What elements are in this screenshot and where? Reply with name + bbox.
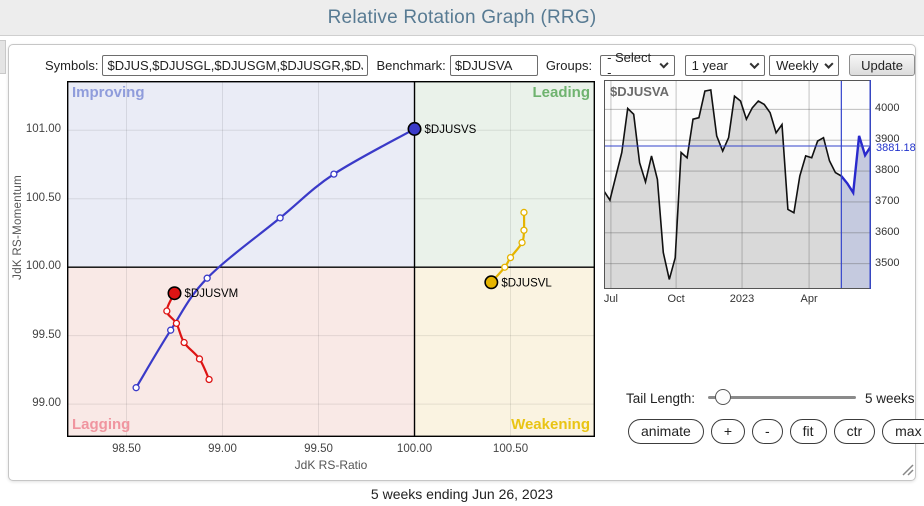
chevron-down-icon — [750, 59, 760, 69]
quadrant-label-improving: Improving — [72, 84, 145, 101]
price-y-tick: 3600 — [875, 226, 899, 238]
quadrant-improving — [67, 81, 415, 267]
rrg-chart-svg: $DJUSVS $DJUSVM $DJUSVL — [67, 81, 595, 437]
quadrant-label-leading: Leading — [532, 84, 590, 101]
fit-button[interactable]: fit — [790, 419, 827, 444]
symbols-label: Symbols: — [45, 58, 98, 73]
rrg-y-tick: 99.50 — [15, 329, 61, 341]
series-head-$DJUSVM[interactable] — [168, 287, 180, 299]
chart-buttons: animate + - fit ctr max — [628, 419, 924, 444]
price-x-tick: Oct — [668, 293, 685, 305]
rrg-x-tick: 100.00 — [397, 443, 432, 455]
period-select[interactable]: 1 year — [685, 55, 765, 76]
series-label-$DJUSVL: $DJUSVL — [501, 277, 552, 289]
price-y-tick: 3900 — [875, 133, 899, 145]
frequency-select[interactable]: Weekly — [769, 55, 839, 76]
side-tab-notch[interactable] — [0, 40, 6, 74]
rrg-y-tick: 100.00 — [15, 260, 61, 272]
period-select-value: 1 year — [692, 58, 728, 73]
chevron-down-icon — [825, 59, 834, 68]
price-chart[interactable] — [604, 80, 871, 289]
rrg-chart[interactable]: $DJUSVS $DJUSVM $DJUSVL Improving Leading La… — [67, 81, 595, 437]
tail-length-value: 5 weeks — [865, 391, 915, 406]
resize-handle-icon[interactable] — [899, 461, 915, 477]
rrg-y-tick: 100.50 — [15, 192, 61, 204]
rrg-x-tick: 99.50 — [304, 443, 333, 455]
frequency-select-value: Weekly — [776, 58, 818, 73]
zoom-in-button[interactable]: + — [711, 419, 745, 444]
series-label-$DJUSVM: $DJUSVM — [185, 288, 239, 300]
series-label-$DJUSVS: $DJUSVS — [425, 124, 477, 136]
quadrant-weakening — [415, 267, 595, 437]
rrg-x-axis-label: JdK RS-Ratio — [295, 458, 368, 472]
quadrant-label-weakening: Weakening — [511, 416, 590, 433]
price-x-tick: 2023 — [730, 293, 754, 305]
price-x-tick: Jul — [604, 293, 618, 305]
series-head-$DJUSVL[interactable] — [485, 276, 497, 288]
price-chart-svg — [604, 80, 871, 289]
benchmark-input[interactable] — [450, 55, 538, 76]
symbols-input[interactable] — [102, 55, 368, 76]
animate-button[interactable]: animate — [628, 419, 704, 444]
rrg-x-tick: 98.50 — [112, 443, 141, 455]
app-header: Relative Rotation Graph (RRG) — [0, 0, 924, 36]
price-chart-symbol: $DJUSVA — [610, 84, 669, 99]
quadrant-leading — [415, 81, 595, 267]
groups-select[interactable]: - Select - — [600, 55, 675, 76]
quadrant-lagging — [67, 267, 415, 437]
rrg-panel: Symbols: Benchmark: Groups: - Select - 1… — [8, 44, 916, 481]
update-button[interactable]: Update — [849, 54, 915, 76]
rrg-y-tick: 101.00 — [15, 123, 61, 135]
center-button[interactable]: ctr — [834, 419, 876, 444]
rrg-x-tick: 100.50 — [493, 443, 528, 455]
date-range-caption: 5 weeks ending Jun 26, 2023 — [0, 486, 924, 502]
chevron-down-icon — [660, 59, 670, 69]
price-x-tick: Apr — [800, 293, 817, 305]
quadrant-label-lagging: Lagging — [72, 416, 130, 433]
tail-length-label: Tail Length: — [626, 391, 695, 406]
benchmark-label: Benchmark: — [376, 58, 445, 73]
series-head-$DJUSVS[interactable] — [408, 123, 420, 135]
price-y-tick: 3800 — [875, 164, 899, 176]
page-title: Relative Rotation Graph (RRG) — [328, 7, 597, 29]
groups-select-value: - Select - — [607, 50, 653, 80]
groups-label: Groups: — [546, 58, 592, 73]
price-y-tick: 3700 — [875, 195, 899, 207]
max-button[interactable]: max — [882, 419, 924, 444]
zoom-out-button[interactable]: - — [752, 419, 783, 444]
rrg-y-tick: 99.00 — [15, 397, 61, 409]
tail-length-slider-thumb[interactable] — [715, 389, 731, 405]
rrg-x-tick: 99.00 — [208, 443, 237, 455]
price-y-tick: 4000 — [875, 102, 899, 114]
price-y-tick: 3500 — [875, 257, 899, 269]
toolbar: Symbols: Benchmark: Groups: - Select - 1… — [9, 50, 915, 80]
